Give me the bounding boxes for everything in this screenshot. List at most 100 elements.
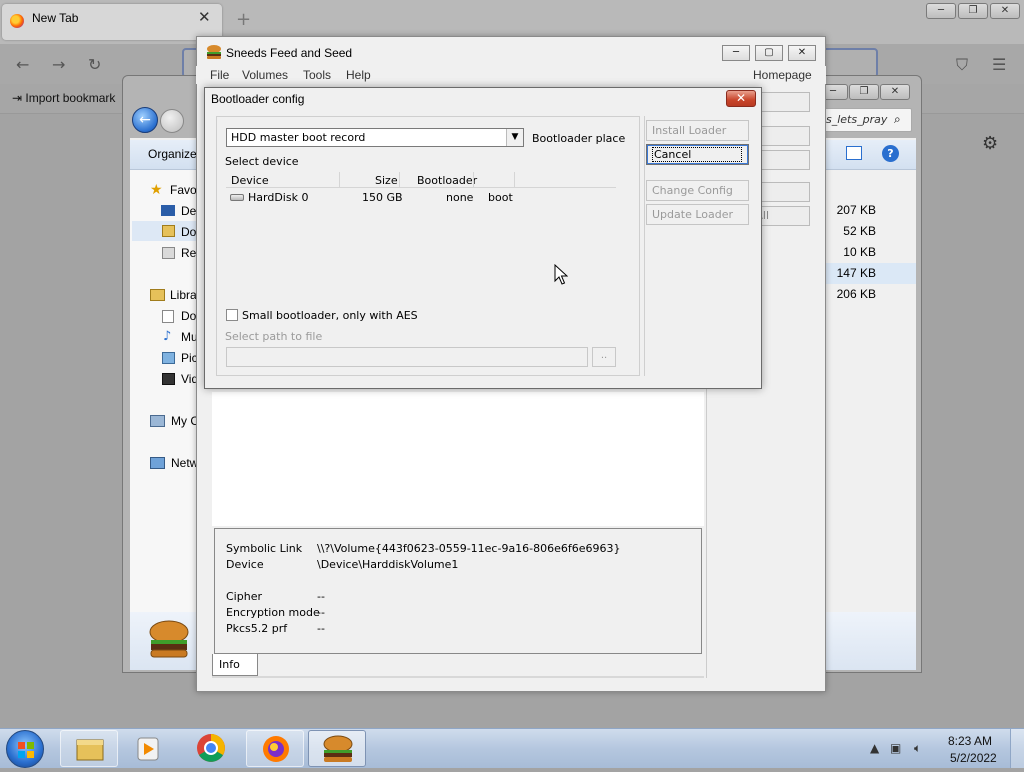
file-path-input[interactable]	[226, 347, 588, 367]
symbolic-link-value: \\?\Volume{443f0623-0559-11ec-9a16-806e6…	[317, 542, 621, 555]
device-row-boot-flag: boot	[488, 191, 513, 204]
libraries-icon	[150, 289, 165, 301]
taskbar-firefox-button[interactable]	[246, 730, 304, 767]
menu-homepage[interactable]: Homepage	[753, 68, 812, 82]
hamburger-menu-icon[interactable]: ☰	[992, 55, 1006, 74]
computer-icon	[150, 415, 165, 427]
explorer-restore-button[interactable]: ❐	[849, 84, 879, 100]
column-size[interactable]: Size	[375, 174, 398, 187]
sfs-menu-bar	[196, 66, 826, 84]
taskbar-explorer-button[interactable]	[60, 730, 118, 767]
cipher-label: Cipher	[226, 590, 262, 603]
browse-button[interactable]: ..	[592, 347, 616, 367]
network-icon	[150, 457, 165, 469]
preview-pane-icon[interactable]	[846, 146, 862, 160]
pocket-icon[interactable]: ⛉	[956, 55, 968, 75]
column-bootloader[interactable]: Bootloader	[417, 174, 477, 187]
help-icon[interactable]: ?	[882, 145, 899, 162]
clock-date[interactable]: 5/2/2022	[950, 751, 997, 765]
sfs-minimize-button[interactable]: ─	[722, 45, 750, 61]
back-icon[interactable]: ←	[16, 55, 29, 74]
tab-info[interactable]: Info	[212, 654, 258, 676]
small-bootloader-label: Small bootloader, only with AES	[242, 309, 418, 322]
file-size-selected: 147 KB	[826, 263, 916, 284]
bootloader-place-select[interactable]: HDD master boot record	[226, 128, 524, 147]
update-loader-button[interactable]: Update Loader	[646, 204, 749, 225]
close-tab-icon[interactable]: ✕	[198, 8, 211, 26]
firefox-minimize-button[interactable]: ─	[926, 3, 956, 19]
new-tab-button[interactable]: +	[236, 9, 251, 30]
nav-documents[interactable]: Do	[181, 309, 196, 323]
nav-network[interactable]: Netw	[171, 456, 198, 470]
pictures-icon	[162, 352, 175, 364]
device-row-size: 150 GB	[362, 191, 403, 204]
reload-icon[interactable]: ↻	[88, 55, 101, 74]
select-device-label: Select device	[225, 155, 299, 168]
column-separator	[339, 172, 340, 188]
nav-downloads[interactable]: Do	[181, 225, 196, 239]
file-size-column: 207 KB 52 KB 10 KB 147 KB 206 KB	[826, 200, 916, 305]
taskbar-sfs-button[interactable]	[308, 730, 366, 767]
sfs-maximize-button[interactable]: ▢	[755, 45, 783, 61]
dialog-close-button[interactable]: ✕	[726, 90, 756, 107]
sfs-volume-list[interactable]	[212, 392, 704, 526]
explorer-forward-icon[interactable]	[160, 109, 184, 133]
file-size: 207 KB	[836, 203, 876, 217]
install-loader-button[interactable]: Install Loader	[646, 120, 749, 141]
organize-menu[interactable]: Organize	[148, 147, 197, 161]
device-row-bootloader: none	[446, 191, 474, 204]
nav-computer[interactable]: My C	[171, 414, 199, 428]
music-note-icon: ♪	[163, 329, 172, 344]
chevron-down-icon[interactable]: ▼	[506, 129, 523, 146]
volume-tray-icon[interactable]: 🔈︎	[914, 741, 921, 756]
file-size: 206 KB	[836, 287, 876, 301]
nav-desktop[interactable]: De	[181, 204, 196, 218]
explorer-close-button[interactable]: ✕	[880, 84, 910, 100]
menu-tools[interactable]: Tools	[303, 68, 331, 82]
symbolic-link-label: Symbolic Link	[226, 542, 303, 555]
cancel-button[interactable]: Cancel	[646, 144, 749, 165]
select-path-label: Select path to file	[225, 330, 323, 343]
device-value: \Device\HarddiskVolume1	[317, 558, 459, 571]
nav-libraries[interactable]: Libra	[170, 288, 197, 302]
settings-gear-icon[interactable]: ⚙	[982, 133, 998, 154]
taskbar-media-player-button[interactable]	[120, 730, 178, 767]
show-hidden-icons-icon[interactable]: ▲	[870, 741, 879, 755]
firefox-restore-button[interactable]: ❐	[958, 3, 988, 19]
videos-icon	[162, 373, 175, 385]
sfs-window-title: Sneeds Feed and Seed	[226, 46, 353, 60]
file-size: 10 KB	[843, 245, 876, 259]
taskbar-chrome-button[interactable]	[182, 730, 240, 767]
column-device[interactable]: Device	[231, 174, 269, 187]
explorer-back-icon[interactable]: ←	[132, 107, 158, 133]
recent-places-icon	[162, 247, 175, 259]
change-config-button[interactable]: Change Config	[646, 180, 749, 201]
pkcs-prf-value: --	[317, 622, 325, 635]
encryption-mode-value: --	[317, 606, 325, 619]
nav-favorites[interactable]: Favo	[170, 183, 197, 197]
start-button-icon[interactable]	[6, 730, 44, 768]
forward-icon[interactable]: →	[52, 55, 65, 74]
device-row-name[interactable]: HardDisk 0	[248, 191, 308, 204]
downloads-folder-icon	[162, 225, 175, 237]
favorites-star-icon: ★	[150, 182, 163, 198]
clock-time[interactable]: 8:23 AM	[948, 734, 992, 748]
network-tray-icon[interactable]: ▣	[890, 741, 901, 755]
cipher-value: --	[317, 590, 325, 603]
firefox-close-button[interactable]: ✕	[990, 3, 1020, 19]
mouse-cursor-icon	[554, 263, 569, 289]
nav-recent[interactable]: Re	[181, 246, 196, 260]
encryption-mode-label: Encryption mode	[226, 606, 320, 619]
dialog-title: Bootloader config	[211, 92, 305, 106]
menu-volumes[interactable]: Volumes	[242, 68, 288, 82]
bootloader-place-label: Bootloader place	[532, 132, 626, 145]
small-bootloader-checkbox[interactable]	[226, 309, 238, 321]
sfs-close-button[interactable]: ✕	[788, 45, 816, 61]
import-bookmarks-link[interactable]: ⇥ Import bookmark	[12, 91, 115, 105]
hard-disk-icon	[230, 194, 244, 201]
menu-help[interactable]: Help	[346, 68, 371, 82]
show-desktop-button[interactable]	[1010, 729, 1024, 768]
search-icon[interactable]: ⌕	[894, 112, 901, 127]
menu-file[interactable]: File	[210, 68, 229, 82]
cancel-button-label: Cancel	[652, 147, 743, 162]
